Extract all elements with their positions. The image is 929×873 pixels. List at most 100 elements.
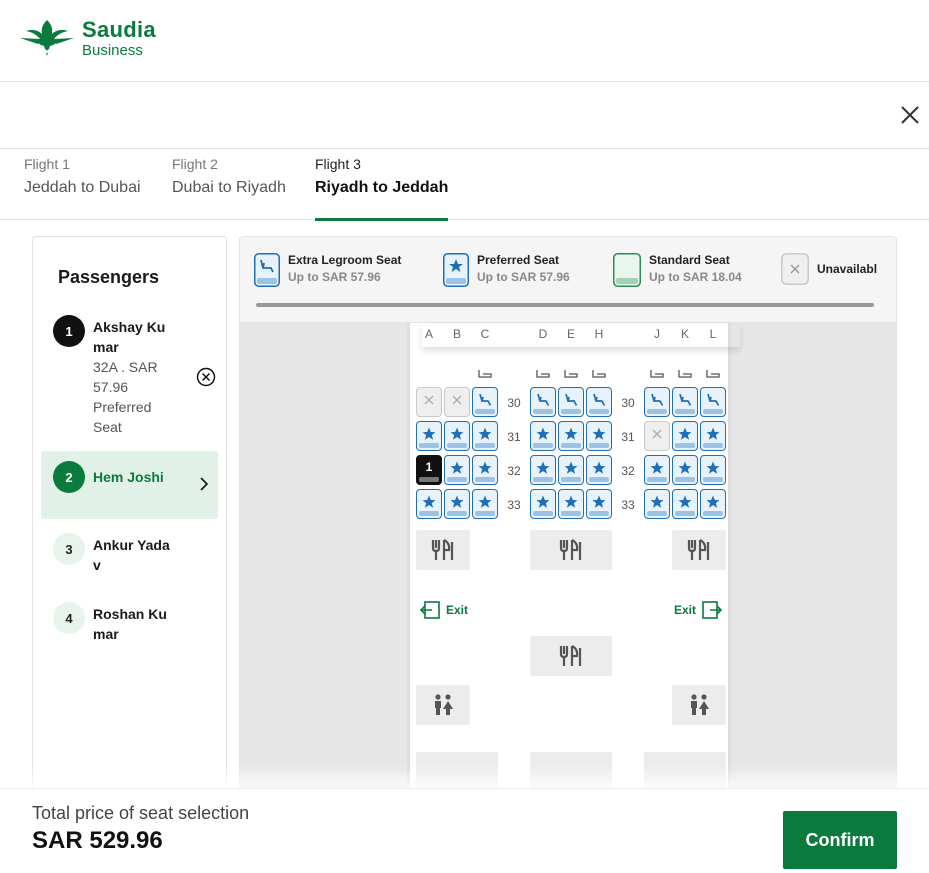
galley-left — [416, 530, 470, 570]
total-price-value: SAR 529.96 — [32, 827, 163, 854]
seat-31l[interactable] — [700, 421, 726, 451]
seat-33l[interactable] — [700, 489, 726, 519]
tab-label: Flight 1 — [24, 156, 70, 172]
column-letter-l: L — [709, 327, 717, 341]
seat-32c[interactable] — [472, 455, 498, 485]
tab-route: Dubai to Riyadh — [172, 179, 286, 196]
passenger-item-2[interactable]: 2 Hem Joshi — [41, 451, 218, 519]
column-letter-c: C — [480, 327, 490, 341]
seat-33j[interactable] — [644, 489, 670, 519]
seat-32l[interactable] — [700, 455, 726, 485]
seat-33k[interactable] — [672, 489, 698, 519]
passenger-seat-detail: 32A . SAR 57.96 Preferred Seat — [93, 357, 173, 437]
passenger-item-4[interactable]: 4 Roshan Kumar — [41, 598, 218, 658]
seat-30j[interactable] — [644, 387, 670, 417]
seat-31a[interactable] — [416, 421, 442, 451]
seat-33h[interactable] — [586, 489, 612, 519]
row-number: 30 — [507, 396, 521, 410]
lavatory-icon — [691, 694, 709, 715]
seat-32k[interactable] — [672, 455, 698, 485]
meal-icon — [687, 539, 710, 560]
recline-icon — [564, 370, 578, 378]
seat-31j — [644, 421, 670, 451]
standard-seat-icon — [613, 253, 641, 287]
unavailable-seat-icon — [781, 253, 809, 285]
remove-seat-icon[interactable] — [196, 367, 216, 387]
brand-sub: Business — [82, 41, 143, 59]
seat-31c[interactable] — [472, 421, 498, 451]
seat-32d[interactable] — [530, 455, 556, 485]
galley-mid — [530, 636, 612, 676]
seat-32e[interactable] — [558, 455, 584, 485]
seat-33e[interactable] — [558, 489, 584, 519]
seat-price: 32A . SAR 57.96 — [93, 359, 158, 395]
recline-icon — [678, 370, 692, 378]
passenger-number: 3 — [53, 533, 85, 565]
exit-label: Exit — [446, 603, 469, 617]
seat-31k[interactable] — [672, 421, 698, 451]
seat-32h[interactable] — [586, 455, 612, 485]
galley-bottom-right — [644, 752, 726, 792]
passenger-item-1[interactable]: 1 Akshay Kumar 32A . SAR 57.96 Preferred… — [41, 313, 218, 443]
confirm-button[interactable]: Confirm — [783, 811, 897, 869]
passenger-name: Ankur Yadav — [93, 537, 170, 573]
seat-32b[interactable] — [444, 455, 470, 485]
seat-30c[interactable] — [472, 387, 498, 417]
column-letter-b: B — [452, 327, 461, 341]
legend-unavailable: Unavailabl — [781, 253, 877, 285]
tab-flight-2[interactable]: Flight 2 Dubai to Riyadh — [172, 156, 286, 220]
column-letter-a: A — [424, 327, 433, 341]
seat-30h[interactable] — [586, 387, 612, 417]
close-icon[interactable] — [899, 104, 921, 126]
seat-32j[interactable] — [644, 455, 670, 485]
seat-31h[interactable] — [586, 421, 612, 451]
seat-30l[interactable] — [700, 387, 726, 417]
lavatory-icon — [435, 694, 453, 715]
legend-preferred: Preferred Seat Up to SAR 57.96 — [443, 253, 570, 287]
passenger-name: Hem Joshi — [93, 469, 164, 485]
seat-31e[interactable] — [558, 421, 584, 451]
seat-31d[interactable] — [530, 421, 556, 451]
passenger-item-3[interactable]: 3 Ankur Yadav — [41, 529, 218, 589]
tab-route: Riyadh to Jeddah — [315, 179, 449, 196]
legend-standard: Standard Seat Up to SAR 18.04 — [613, 253, 742, 287]
row-number: 31 — [507, 430, 521, 444]
passenger-number: 1 — [53, 315, 85, 347]
palm-logo-icon — [20, 20, 74, 56]
legend-title: Extra Legroom Seat — [288, 253, 402, 267]
seat-30k[interactable] — [672, 387, 698, 417]
tab-flight-3[interactable]: Flight 3 Riyadh to Jeddah — [315, 156, 449, 221]
row-number: 30 — [621, 396, 635, 410]
passenger-name: Akshay Kumar — [93, 319, 166, 355]
column-letter-e: E — [566, 327, 575, 341]
tab-flight-1[interactable]: Flight 1 Jeddah to Dubai — [24, 156, 141, 220]
row-number: 32 — [507, 464, 521, 478]
seat-33d[interactable] — [530, 489, 556, 519]
price-footer: Total price of seat selection SAR 529.96… — [0, 788, 929, 873]
seat-32a[interactable]: 1 — [416, 455, 442, 485]
legend-title: Preferred Seat — [477, 253, 560, 267]
legend-price: Up to SAR 57.96 — [288, 270, 381, 284]
seat-30e[interactable] — [558, 387, 584, 417]
legend-price: Up to SAR 18.04 — [649, 270, 742, 284]
seat-33b[interactable] — [444, 489, 470, 519]
seat-33c[interactable] — [472, 489, 498, 519]
column-letter-k: K — [680, 327, 689, 341]
meal-icon — [559, 645, 582, 666]
column-letter-d: D — [538, 327, 548, 341]
seat-33a[interactable] — [416, 489, 442, 519]
galley-bottom-left — [416, 752, 498, 792]
lavatory-left — [416, 685, 470, 725]
meal-icon — [431, 539, 454, 560]
passengers-panel: Passengers 1 Akshay Kumar 32A . SAR 57.9… — [32, 236, 227, 796]
seat-31b[interactable] — [444, 421, 470, 451]
passengers-title: Passengers — [58, 267, 160, 287]
row-number: 32 — [621, 464, 635, 478]
galley-bottom-center — [530, 752, 612, 792]
saudia-logo[interactable]: Saudia Business — [18, 16, 156, 60]
legend-scrollbar[interactable] — [256, 303, 874, 307]
legend-extra-legroom: Extra Legroom Seat Up to SAR 57.96 — [254, 253, 401, 287]
recline-icon — [706, 370, 720, 378]
exit-left-icon — [420, 601, 440, 619]
seat-30d[interactable] — [530, 387, 556, 417]
